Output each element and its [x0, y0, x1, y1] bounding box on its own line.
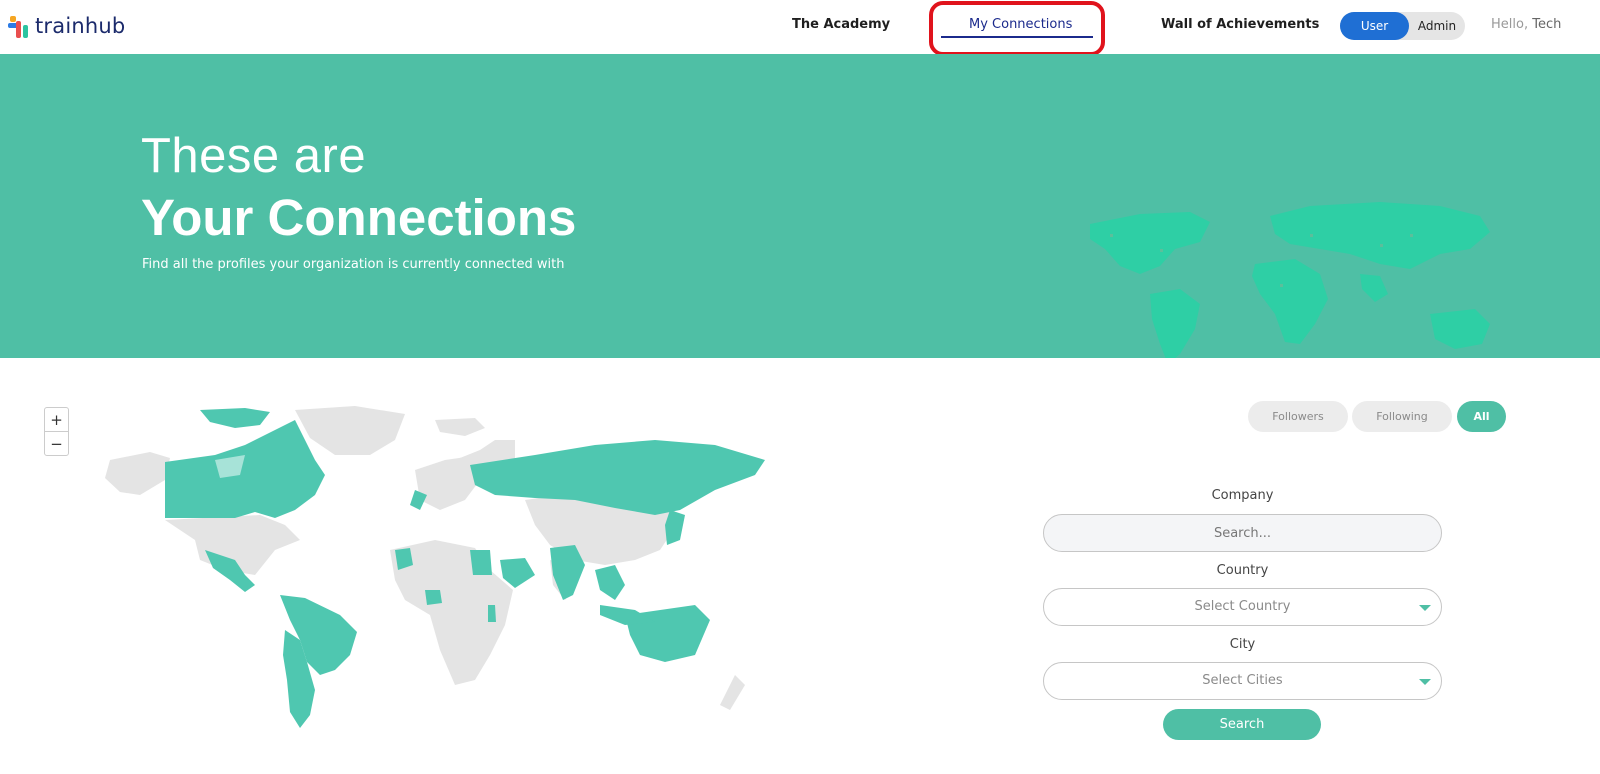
annotation-highlight-ring: [929, 1, 1105, 56]
country-label: Country: [1216, 563, 1269, 578]
city-select[interactable]: Select Cities: [1043, 662, 1442, 700]
hero-title-line2: Your Connections: [141, 189, 577, 246]
chevron-down-icon: [1419, 679, 1431, 685]
hero-decorative-world-map: [1090, 202, 1490, 358]
trainhub-logo[interactable]: trainhub: [8, 12, 125, 40]
zoom-out-button[interactable]: −: [45, 432, 68, 456]
filter-followers-tab[interactable]: Followers: [1248, 401, 1348, 432]
role-toggle[interactable]: User Admin: [1340, 12, 1465, 40]
greeting-prefix: Hello,: [1491, 17, 1529, 32]
world-map[interactable]: [95, 400, 785, 735]
hero-title-line1: These are: [141, 129, 367, 183]
role-admin-button[interactable]: Admin: [1412, 12, 1462, 40]
search-button[interactable]: Search: [1163, 709, 1321, 740]
city-label: City: [1229, 637, 1256, 652]
hero-subtitle: Find all the profiles your organization …: [142, 257, 565, 272]
greeting-name: Tech: [1532, 17, 1562, 32]
company-search-input[interactable]: [1044, 515, 1441, 551]
logo-icon: [8, 13, 30, 39]
map-zoom-control: + −: [44, 407, 69, 456]
hero-banner: These are Your Connections Find all the …: [0, 54, 1600, 358]
company-search-field: [1043, 514, 1442, 552]
filter-following-tab[interactable]: Following: [1352, 401, 1452, 432]
user-greeting[interactable]: Hello, Tech: [1491, 17, 1561, 32]
role-user-button[interactable]: User: [1340, 12, 1409, 40]
logo-text: trainhub: [35, 14, 126, 38]
nav-the-academy[interactable]: The Academy: [792, 17, 890, 32]
chevron-down-icon: [1419, 605, 1431, 611]
country-select-value: Select Country: [1194, 599, 1291, 614]
city-select-value: Select Cities: [1202, 673, 1283, 688]
zoom-in-button[interactable]: +: [45, 408, 68, 432]
country-select[interactable]: Select Country: [1043, 588, 1442, 626]
filter-all-tab[interactable]: All: [1457, 401, 1506, 432]
nav-wall-of-achievements[interactable]: Wall of Achievements: [1161, 17, 1319, 32]
company-label: Company: [1211, 488, 1274, 503]
top-navbar: trainhub The Academy My Connections Wall…: [0, 0, 1600, 56]
